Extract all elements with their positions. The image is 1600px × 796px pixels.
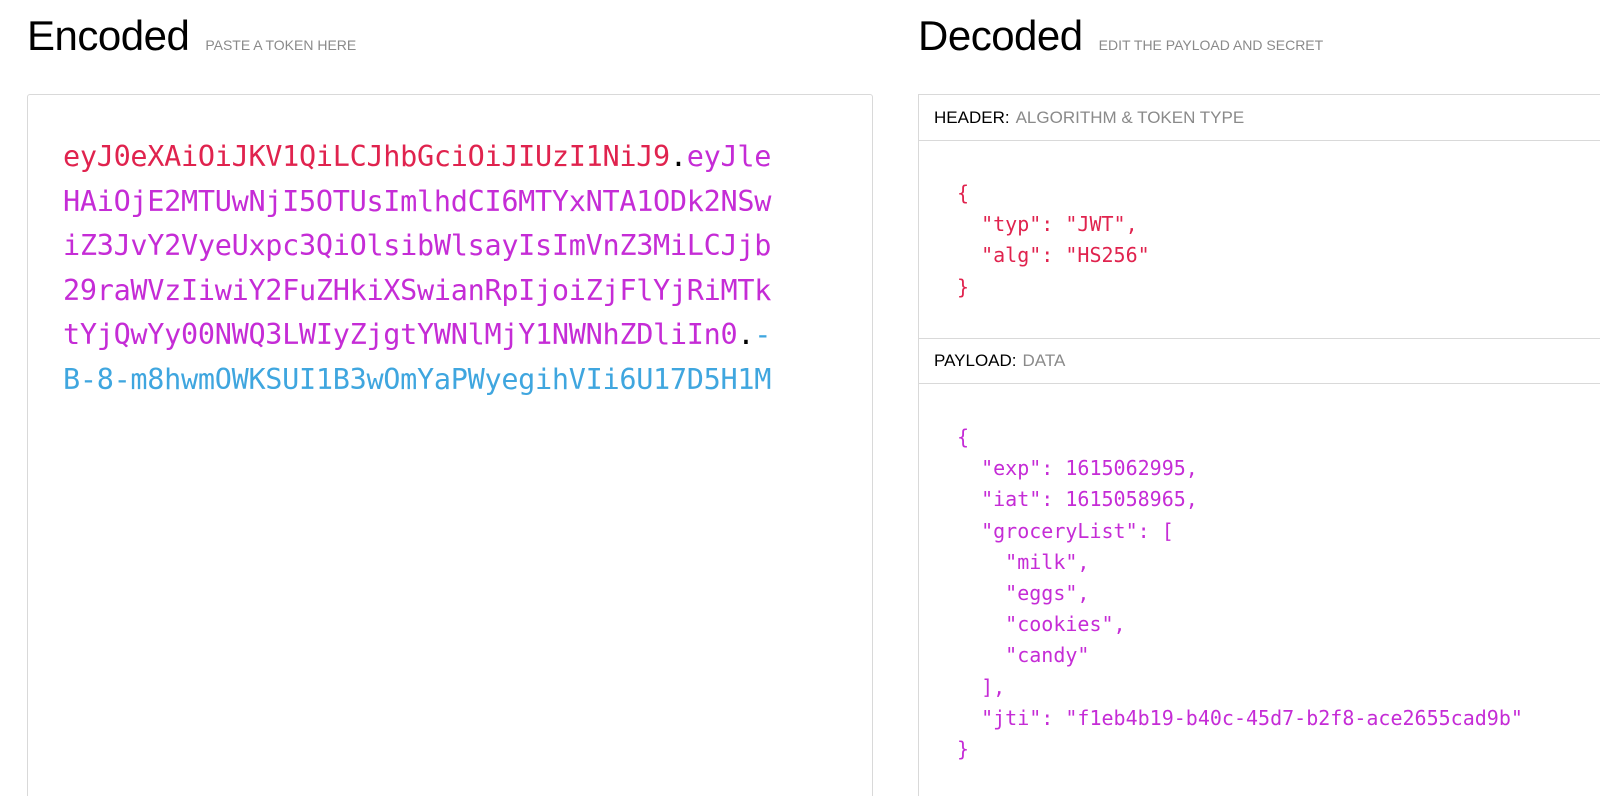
token-header-part: eyJ0eXAiOiJKV1QiLCJhbGciOiJIUzI1NiJ9 xyxy=(63,140,670,173)
token-text[interactable]: eyJ0eXAiOiJKV1QiLCJhbGciOiJIUzI1NiJ9.eyJ… xyxy=(63,135,783,402)
payload-section-desc: DATA xyxy=(1022,351,1066,370)
header-json-editor[interactable]: { "typ": "JWT", "alg": "HS256" } xyxy=(957,178,1150,303)
decoded-title: Decoded xyxy=(918,12,1083,59)
encoded-heading: Encoded PASTE A TOKEN HERE xyxy=(27,12,356,60)
jwt-debugger: Encoded PASTE A TOKEN HERE Decoded EDIT … xyxy=(0,0,1600,796)
header-section-desc: ALGORITHM & TOKEN TYPE xyxy=(1015,107,1245,127)
decoded-subtitle: EDIT THE PAYLOAD AND SECRET xyxy=(1098,37,1324,53)
payload-json-editor[interactable]: { "exp": 1615062995, "iat": 1615058965, … xyxy=(957,422,1523,765)
decoded-panel: HEADER: ALGORITHM & TOKEN TYPE { "typ": … xyxy=(918,94,1600,796)
encoded-token-input[interactable]: eyJ0eXAiOiJKV1QiLCJhbGciOiJIUzI1NiJ9.eyJ… xyxy=(27,94,873,796)
payload-section-label: PAYLOAD: xyxy=(934,351,1017,370)
token-separator-dot: . xyxy=(669,140,687,173)
encoded-title: Encoded xyxy=(27,12,190,59)
payload-section-bar: PAYLOAD: DATA xyxy=(919,338,1600,384)
header-section-label: HEADER: xyxy=(934,107,1010,127)
encoded-subtitle: PASTE A TOKEN HERE xyxy=(205,37,357,53)
token-separator-dot: . xyxy=(737,318,755,351)
decoded-heading: Decoded EDIT THE PAYLOAD AND SECRET xyxy=(918,12,1323,60)
header-section-bar: HEADER: ALGORITHM & TOKEN TYPE xyxy=(919,95,1600,141)
